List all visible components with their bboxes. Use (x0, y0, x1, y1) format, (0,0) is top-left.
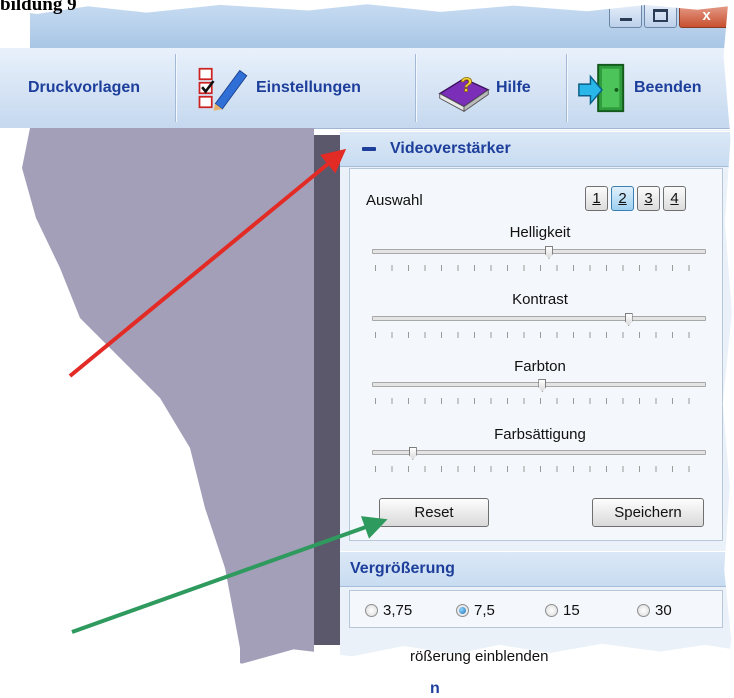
zoom-show-checkbox-label[interactable]: rößerung einblenden (410, 648, 548, 665)
red-arrow (68, 148, 347, 378)
document-heading: bildung 9 (0, 0, 77, 15)
annotation-arrows (68, 148, 388, 634)
green-arrow (71, 516, 388, 634)
next-section-fragment: n (430, 680, 440, 697)
